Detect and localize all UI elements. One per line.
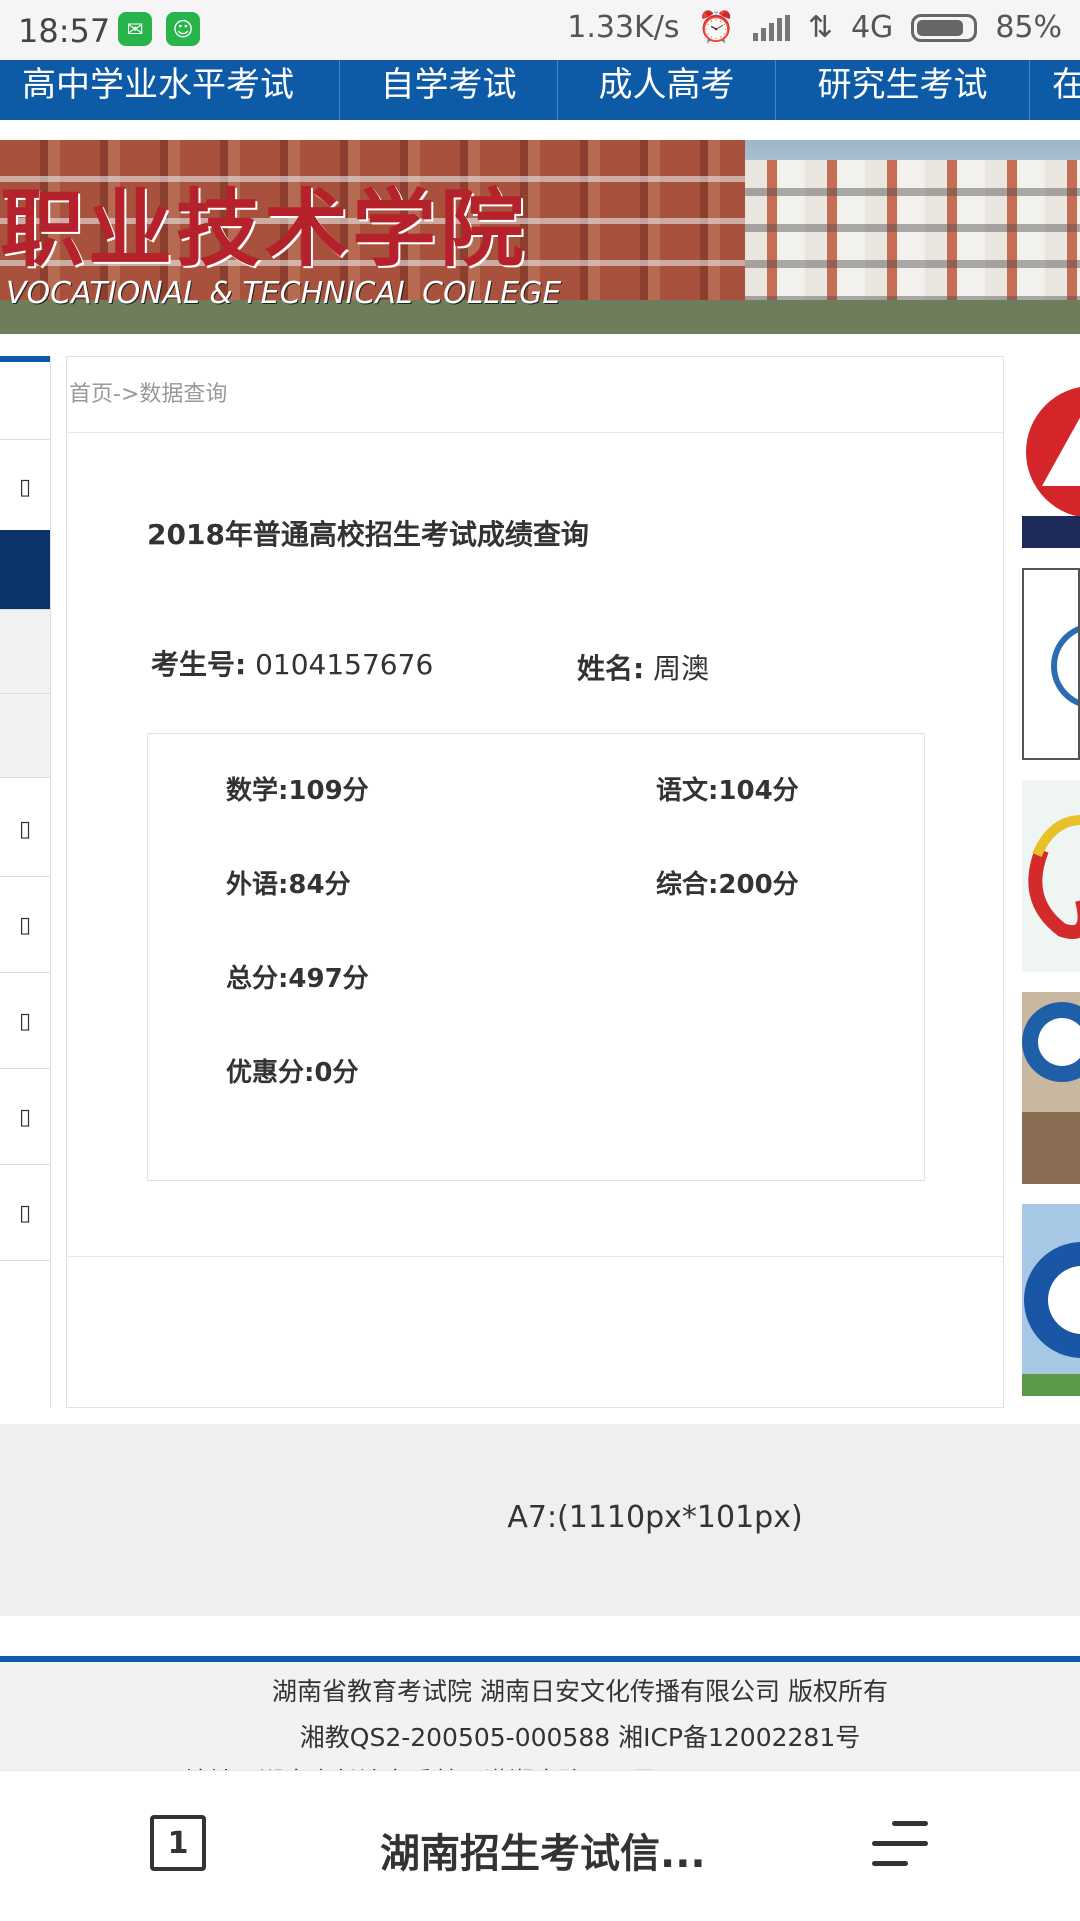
left-menu: ▯ ▯ ▯ ▯ ▯ ▯ (0, 356, 51, 1408)
college-banner: 职业技术学院 VOCATIONAL & TECHNICAL COLLEGE (0, 140, 1080, 334)
left-menu-item[interactable] (0, 362, 50, 440)
score-result-panel: 2018年普通高校招生考试成绩查询 考生号: 0104157676 姓名: 周澳… (67, 433, 1003, 1257)
left-menu-item[interactable]: ▯ (0, 1166, 50, 1261)
score-foreign-language: 外语:84分 (226, 870, 351, 900)
tabs-button[interactable]: 1 (150, 1815, 206, 1871)
banner-subtitle: VOCATIONAL & TECHNICAL COLLEGE (6, 276, 562, 311)
partner-logo[interactable] (1022, 780, 1080, 972)
browser-bottom-bar: 1 湖南招生考试信... (0, 1770, 1080, 1921)
partner-logo[interactable] (1022, 356, 1080, 548)
data-icon: ⇅ (807, 10, 833, 45)
student-name-value: 周澳 (653, 652, 710, 685)
partner-logo[interactable] (1022, 568, 1080, 760)
left-menu-item[interactable]: ▯ (0, 1070, 50, 1165)
partner-logo[interactable] (1022, 992, 1080, 1184)
wechat-icon: ✉ (118, 12, 152, 46)
net-speed: 1.33K/s (567, 10, 680, 45)
left-menu-item[interactable] (0, 694, 50, 778)
banner-building-right (745, 160, 1080, 310)
nav-item-self-study[interactable]: 自学考试 (340, 60, 558, 120)
nav-item-graduate-exam[interactable]: 研究生考试 (776, 60, 1030, 120)
alarm-icon: ⏰ (697, 10, 735, 45)
nav-item-more[interactable]: 在 (1030, 60, 1080, 120)
main-content: 首页->数据查询 2018年普通高校招生考试成绩查询 考生号: 01041576… (66, 356, 1004, 1408)
left-menu-item[interactable]: ▯ (0, 782, 50, 877)
clock: 18:57 (18, 12, 111, 50)
score-math: 数学:109分 (226, 776, 369, 806)
exam-number: 考生号: 0104157676 (151, 643, 433, 683)
student-name: 姓名: 周澳 (577, 647, 709, 687)
exam-number-label: 考生号: (151, 648, 247, 681)
signal-icon (752, 14, 790, 41)
left-menu-item[interactable]: ▯ (0, 440, 50, 535)
browser-page-title[interactable]: 湖南招生考试信... (380, 1821, 706, 1879)
top-nav: 高中学业水平考试 自学考试 成人高考 研究生考试 在 (0, 60, 1080, 120)
battery-percent: 85% (995, 10, 1062, 45)
status-bar: 18:57 ✉ ☺ 1.33K/s ⏰ ⇅ 4G 85% (0, 0, 1080, 60)
score-total: 总分:497分 (226, 964, 369, 994)
partner-logo-column (1022, 356, 1080, 1402)
left-menu-item[interactable]: ▯ (0, 974, 50, 1069)
footer-license: 湘教QS2-200505-000588 湘ICP备12002281号 (299, 1723, 861, 1752)
page-title: 2018年普通高校招生考试成绩查询 (147, 518, 589, 551)
battery-icon (911, 13, 978, 42)
menu-icon[interactable] (872, 1819, 928, 1869)
nav-item-academic-test[interactable]: 高中学业水平考试 (0, 60, 340, 120)
ad-placeholder-text: A7:(1110px*101px) (507, 1500, 803, 1535)
banner-title: 职业技术学院 (0, 179, 529, 278)
nav-item-adult-exam[interactable]: 成人高考 (558, 60, 776, 120)
left-menu-item[interactable]: ▯ (0, 878, 50, 973)
score-chinese: 语文:104分 (656, 776, 799, 806)
footer: 湖南省教育考试院 湖南日安文化传播有限公司 版权所有 湘教QS2-200505-… (0, 1656, 1080, 1776)
ad-slot[interactable]: A7:(1110px*101px) (0, 1424, 1080, 1616)
left-menu-item[interactable] (0, 610, 50, 694)
left-menu-item-active[interactable] (0, 530, 50, 610)
breadcrumb[interactable]: 首页->数据查询 (67, 357, 1003, 433)
network-type: 4G (850, 10, 894, 45)
score-table: 数学:109分 语文:104分 外语:84分 综合:200分 总分:497分 优… (147, 733, 925, 1181)
exam-number-value: 0104157676 (255, 648, 434, 681)
score-comprehensive: 综合:200分 (656, 870, 799, 900)
student-name-label: 姓名: (577, 652, 645, 685)
score-bonus: 优惠分:0分 (226, 1058, 359, 1088)
mi-app-icon: ☺ (166, 12, 200, 46)
partner-logo[interactable] (1022, 1204, 1080, 1396)
footer-copyright: 湖南省教育考试院 湖南日安文化传播有限公司 版权所有 (272, 1677, 888, 1706)
